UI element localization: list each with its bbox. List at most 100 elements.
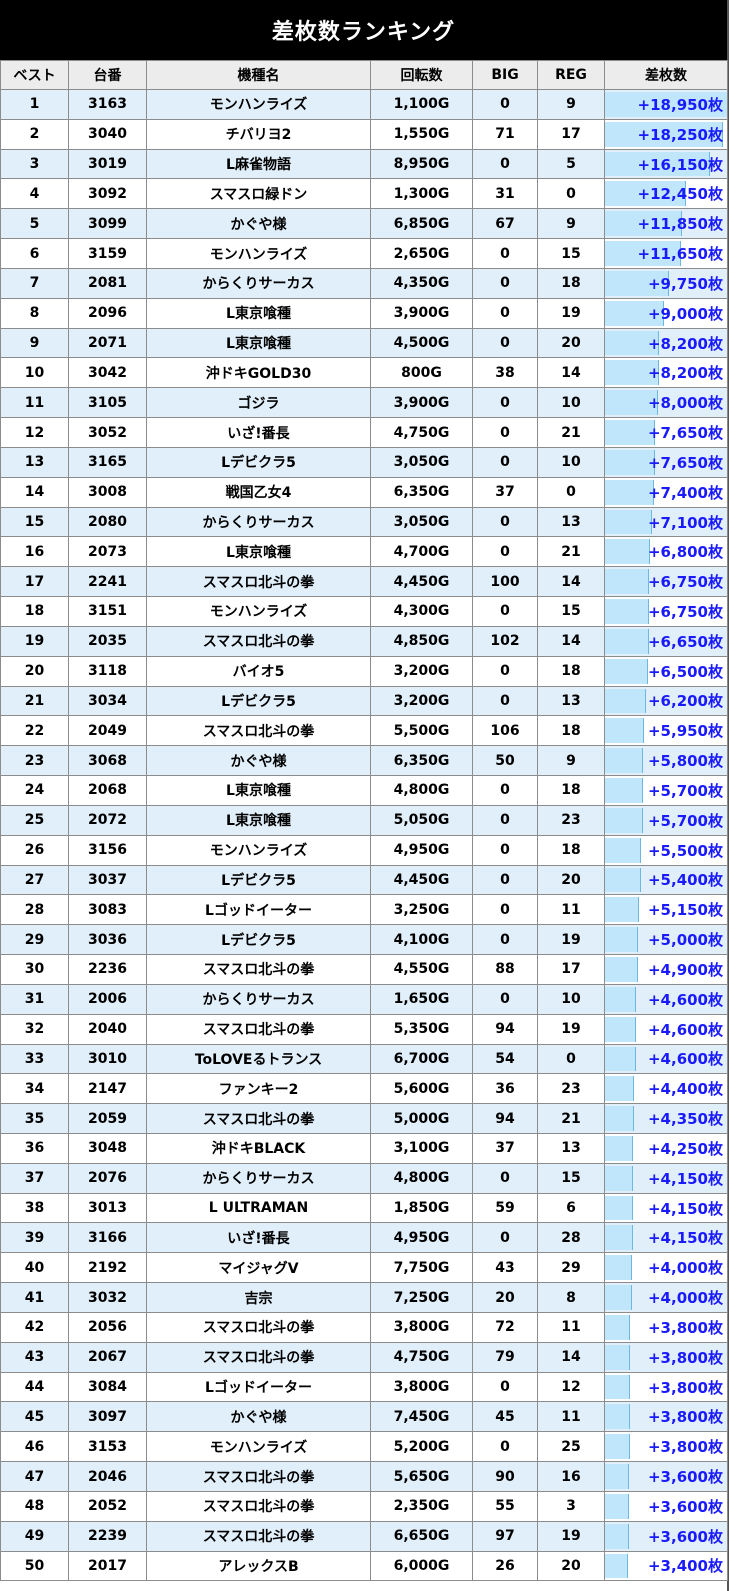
table-row: 3 3019 L麻雀物語 8,950G 0 5 +16,150枚 — [0, 148, 728, 180]
cell-spins: 5,350G — [370, 1013, 473, 1045]
cell-machine-no: 3092 — [68, 178, 147, 210]
cell-spins: 6,850G — [370, 208, 473, 240]
table-header: ベスト 台番 機種名 回転数 BIG REG 差枚数 — [0, 60, 728, 90]
cell-spins: 4,450G — [370, 566, 473, 598]
diff-bar — [605, 927, 639, 953]
cell-big: 0 — [472, 924, 538, 956]
cell-big: 88 — [472, 954, 538, 985]
diff-bar — [605, 1046, 636, 1072]
diff-value: +7,650枚 — [647, 424, 723, 443]
diff-value: +4,600枚 — [647, 990, 723, 1009]
cell-big: 50 — [472, 745, 538, 777]
cell-big: 0 — [472, 89, 538, 120]
diff-bar — [605, 1165, 633, 1191]
table-row: 39 3166 いざ!番長 4,950G 0 28 +4,150枚 — [0, 1222, 728, 1254]
cell-reg: 14 — [537, 625, 605, 657]
cell-machine-no: 3083 — [68, 894, 147, 926]
cell-machine-no: 3166 — [68, 1222, 147, 1254]
cell-big: 0 — [472, 1222, 538, 1254]
cell-model-name: スマスロ北斗の拳 — [146, 1103, 371, 1134]
diff-value: +8,000枚 — [647, 394, 723, 413]
cell-model-name: 戦国乙女4 — [146, 476, 371, 508]
table-row: 18 3151 モンハンライズ 4,300G 0 15 +6,750枚 — [0, 596, 728, 627]
cell-model-name: スマスロ緑ドン — [146, 178, 371, 210]
table-row: 45 3097 かぐや様 7,450G 45 11 +3,800枚 — [0, 1401, 728, 1433]
table-row: 27 3037 Lデビクラ5 4,450G 0 20 +5,400枚 — [0, 864, 728, 896]
cell-model-name: からくりサーカス — [146, 1162, 371, 1194]
cell-big: 67 — [472, 208, 538, 240]
diff-value: +11,850枚 — [637, 215, 723, 234]
diff-value: +7,100枚 — [647, 513, 723, 532]
cell-reg: 28 — [537, 1222, 605, 1254]
cell-big: 0 — [472, 387, 538, 419]
diff-value: +11,650枚 — [637, 245, 723, 264]
diff-bar — [605, 986, 636, 1012]
cell-machine-no: 2192 — [68, 1252, 147, 1284]
cell-model-name: Lデビクラ5 — [146, 864, 371, 896]
diff-bar — [605, 1195, 633, 1221]
cell-diff: +5,700枚 — [604, 804, 728, 836]
cell-big: 106 — [472, 715, 538, 747]
header-spins: 回転数 — [370, 60, 473, 90]
table-row: 9 2071 L東京喰種 4,500G 0 20 +8,200枚 — [0, 327, 728, 359]
table-row: 49 2239 スマスロ北斗の拳 6,650G 97 19 +3,600枚 — [0, 1520, 728, 1552]
cell-model-name: L東京喰種 — [146, 804, 371, 836]
cell-big: 0 — [472, 327, 538, 359]
cell-rank: 18 — [0, 596, 69, 627]
cell-machine-no: 3013 — [68, 1192, 147, 1224]
cell-rank: 33 — [0, 1043, 69, 1075]
cell-model-name: 沖ドキBLACK — [146, 1132, 371, 1164]
cell-diff: +4,150枚 — [604, 1222, 728, 1254]
cell-machine-no: 2241 — [68, 566, 147, 598]
cell-model-name: L麻雀物語 — [146, 148, 371, 180]
diff-bar — [605, 1434, 631, 1460]
cell-diff: +5,800枚 — [604, 745, 728, 777]
cell-big: 0 — [472, 506, 538, 538]
cell-rank: 5 — [0, 208, 69, 240]
table-row: 31 2006 からくりサーカス 1,650G 0 10 +4,600枚 — [0, 983, 728, 1015]
cell-machine-no: 2080 — [68, 506, 147, 538]
cell-big: 90 — [472, 1461, 538, 1492]
cell-diff: +4,150枚 — [604, 1192, 728, 1224]
cell-model-name: L東京喰種 — [146, 297, 371, 329]
table-row: 1 3163 モンハンライズ 1,100G 0 9 +18,950枚 — [0, 89, 728, 120]
cell-diff: +5,400枚 — [604, 864, 728, 896]
cell-reg: 10 — [537, 387, 605, 419]
cell-machine-no: 3040 — [68, 118, 147, 150]
cell-spins: 4,950G — [370, 834, 473, 866]
cell-big: 0 — [472, 267, 538, 299]
cell-rank: 12 — [0, 417, 69, 448]
cell-diff: +6,500枚 — [604, 655, 728, 687]
cell-model-name: モンハンライズ — [146, 89, 371, 120]
cell-machine-no: 3118 — [68, 655, 147, 687]
cell-model-name: Lゴッドイーター — [146, 1371, 371, 1403]
cell-spins: 1,300G — [370, 178, 473, 210]
cell-reg: 0 — [537, 178, 605, 210]
cell-rank: 16 — [0, 536, 69, 568]
cell-diff: +6,800枚 — [604, 536, 728, 568]
diff-bar — [605, 688, 646, 714]
cell-model-name: スマスロ北斗の拳 — [146, 566, 371, 598]
cell-reg: 14 — [537, 1341, 605, 1373]
cell-spins: 3,050G — [370, 506, 473, 538]
cell-machine-no: 2071 — [68, 327, 147, 359]
cell-rank: 29 — [0, 924, 69, 956]
cell-model-name: Lデビクラ5 — [146, 446, 371, 478]
cell-spins: 2,350G — [370, 1490, 473, 1522]
diff-value: +5,700枚 — [647, 811, 723, 830]
cell-diff: +3,800枚 — [604, 1371, 728, 1403]
table-row: 25 2072 L東京喰種 5,050G 0 23 +5,700枚 — [0, 804, 728, 836]
cell-diff: +7,400枚 — [604, 476, 728, 508]
cell-diff: +4,600枚 — [604, 1043, 728, 1075]
cell-reg: 11 — [537, 1311, 605, 1343]
cell-reg: 18 — [537, 715, 605, 747]
cell-reg: 6 — [537, 1192, 605, 1224]
cell-spins: 4,750G — [370, 1341, 473, 1373]
cell-big: 0 — [472, 894, 538, 926]
cell-reg: 3 — [537, 1490, 605, 1522]
diff-value: +3,600枚 — [647, 1497, 723, 1516]
cell-big: 0 — [472, 1162, 538, 1194]
cell-machine-no: 2067 — [68, 1341, 147, 1373]
cell-big: 72 — [472, 1311, 538, 1343]
diff-bar — [605, 1553, 628, 1579]
